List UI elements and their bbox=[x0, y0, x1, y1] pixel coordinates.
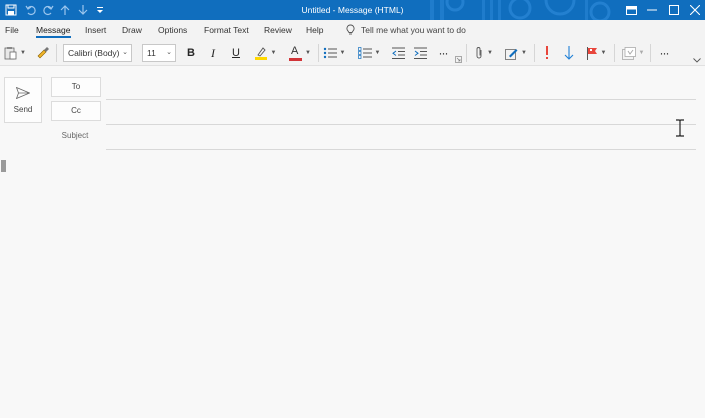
chevron-down-icon: ⌄ bbox=[166, 49, 172, 56]
tell-me-text: Tell me what you want to do bbox=[361, 25, 466, 35]
ribbon-separator bbox=[466, 44, 467, 62]
chevron-down-icon: ▼ bbox=[638, 50, 645, 56]
font-size-dropdown[interactable]: 11 ⌄ bbox=[142, 44, 176, 62]
close-button[interactable] bbox=[684, 0, 705, 20]
text-cursor-icon bbox=[675, 119, 685, 139]
ribbon-separator bbox=[318, 44, 319, 62]
tab-review[interactable]: Review bbox=[264, 20, 292, 40]
template-icon bbox=[621, 46, 636, 60]
arrow-up-icon[interactable] bbox=[58, 3, 72, 17]
send-icon bbox=[16, 86, 30, 99]
templates-button[interactable]: ▼ bbox=[620, 43, 646, 63]
send-label: Send bbox=[13, 104, 33, 114]
underline-button[interactable]: U bbox=[228, 43, 244, 63]
subject-input[interactable] bbox=[106, 127, 696, 147]
message-body[interactable] bbox=[0, 150, 705, 418]
decrease-indent-button[interactable] bbox=[390, 43, 406, 63]
expand-ribbon-icon[interactable] bbox=[692, 56, 702, 64]
chevron-down-icon: ▼ bbox=[600, 50, 607, 56]
bulleted-list-icon bbox=[323, 47, 337, 59]
chevron-down-icon: ▼ bbox=[20, 50, 26, 56]
italic-button[interactable]: I bbox=[205, 43, 221, 63]
to-input[interactable] bbox=[106, 78, 696, 98]
numbering-button[interactable]: ▼ bbox=[355, 43, 383, 63]
tab-format-text[interactable]: Format Text bbox=[204, 20, 249, 40]
numbered-list-icon bbox=[357, 47, 372, 59]
ribbon-separator bbox=[650, 44, 651, 62]
chevron-down-icon: ▼ bbox=[521, 50, 527, 56]
exclamation-icon bbox=[546, 46, 548, 59]
cc-field-underline bbox=[106, 124, 696, 125]
font-size-value: 11 bbox=[147, 48, 156, 58]
send-button[interactable]: Send bbox=[4, 77, 42, 123]
chevron-down-icon: ▼ bbox=[305, 50, 311, 56]
tab-insert[interactable]: Insert bbox=[85, 20, 106, 40]
font-name-value: Calibri (Body) bbox=[68, 48, 120, 58]
font-color-button[interactable]: A ▼ bbox=[285, 43, 315, 63]
save-icon[interactable] bbox=[4, 3, 18, 17]
chevron-down-icon: ▼ bbox=[374, 50, 381, 56]
clipboard-icon bbox=[4, 47, 17, 60]
highlighter-icon bbox=[254, 47, 267, 60]
ribbon-toolbar: ▼ Calibri (Body) ⌄ 11 ⌄ B I U ▼ A ▼ ▼ ▼ bbox=[0, 40, 705, 66]
ribbon-tabs: File Message Insert Draw Options Format … bbox=[0, 20, 705, 40]
signature-button[interactable]: ▼ bbox=[504, 43, 528, 63]
font-dialog-launcher-icon[interactable] bbox=[454, 55, 462, 63]
chevron-down-icon: ▼ bbox=[487, 50, 493, 56]
customize-toolbar-icon[interactable] bbox=[93, 3, 107, 17]
chevron-down-icon: ▼ bbox=[270, 50, 277, 56]
font-color-swatch bbox=[289, 57, 303, 61]
to-field-underline bbox=[106, 99, 696, 100]
low-importance-button[interactable] bbox=[561, 43, 577, 63]
cc-input[interactable] bbox=[106, 102, 696, 122]
font-color-icon: A bbox=[291, 44, 299, 57]
ribbon-separator bbox=[56, 44, 57, 62]
maximize-button[interactable] bbox=[663, 0, 685, 20]
ribbon-separator bbox=[614, 44, 615, 62]
attach-file-button[interactable]: ▼ bbox=[472, 43, 496, 63]
high-importance-button[interactable] bbox=[540, 43, 554, 63]
chevron-down-icon: ⌄ bbox=[122, 49, 128, 56]
title-bar: Untitled - Message (HTML) bbox=[0, 0, 705, 20]
chevron-down-icon: ▼ bbox=[339, 50, 346, 56]
lightbulb-icon bbox=[346, 24, 355, 35]
arrow-down-icon[interactable] bbox=[76, 3, 90, 17]
tab-file[interactable]: File bbox=[5, 20, 19, 40]
tab-draw[interactable]: Draw bbox=[122, 20, 142, 40]
paperclip-icon bbox=[476, 47, 482, 59]
redo-icon[interactable] bbox=[41, 3, 55, 17]
text-caret bbox=[1, 160, 6, 172]
ribbon-display-options-icon[interactable] bbox=[620, 0, 642, 20]
undo-icon[interactable] bbox=[24, 3, 38, 17]
cc-button[interactable]: Cc bbox=[51, 101, 101, 121]
more-commands-button[interactable]: ··· bbox=[655, 43, 673, 63]
paintbrush-icon bbox=[37, 47, 49, 59]
minimize-button[interactable] bbox=[641, 0, 663, 20]
ribbon-separator bbox=[534, 44, 535, 62]
tell-me-search[interactable]: Tell me what you want to do bbox=[346, 20, 466, 40]
tab-help[interactable]: Help bbox=[306, 20, 323, 40]
format-painter-button[interactable] bbox=[34, 43, 50, 63]
subject-label: Subject bbox=[61, 131, 89, 140]
increase-indent-icon bbox=[413, 47, 427, 59]
font-name-dropdown[interactable]: Calibri (Body) ⌄ bbox=[63, 44, 132, 62]
bullets-button[interactable]: ▼ bbox=[320, 43, 348, 63]
highlight-button[interactable]: ▼ bbox=[250, 43, 280, 63]
to-button[interactable]: To bbox=[51, 77, 101, 97]
increase-indent-button[interactable] bbox=[412, 43, 428, 63]
signature-icon bbox=[505, 48, 518, 60]
tab-options[interactable]: Options bbox=[158, 20, 187, 40]
flag-icon bbox=[586, 46, 597, 60]
paste-button[interactable]: ▼ bbox=[2, 43, 28, 63]
follow-up-button[interactable]: ▼ bbox=[584, 43, 608, 63]
bold-button[interactable]: B bbox=[183, 43, 199, 63]
arrow-down-icon bbox=[564, 46, 574, 60]
more-formatting-button[interactable]: ··· bbox=[434, 43, 452, 63]
tab-message[interactable]: Message bbox=[36, 20, 71, 40]
decrease-indent-icon bbox=[391, 47, 405, 59]
